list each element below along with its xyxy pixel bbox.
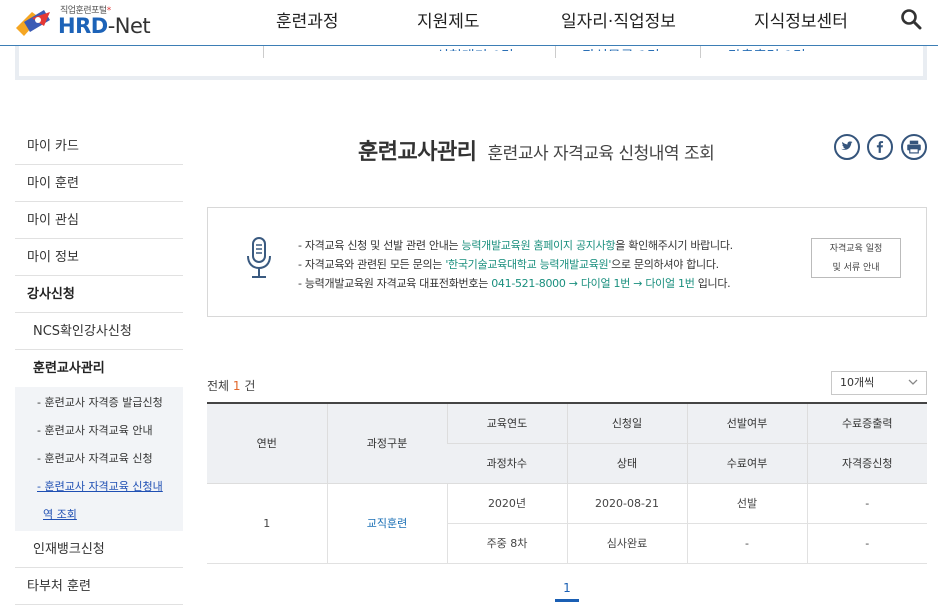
sidebar-item-my-card[interactable]: 마이 카드	[15, 128, 183, 165]
notice-box: - 자격교육 신청 및 선발 관련 안내는 능력개발교육원 홈페이지 공지사항을…	[207, 207, 927, 317]
notice-link-notice[interactable]: 능력개발교육원 홈페이지 공지사항	[462, 239, 616, 252]
band-divider	[555, 46, 556, 58]
sidebar-item-talent-bank[interactable]: 인재뱅크신청	[15, 531, 183, 568]
band-divider	[263, 46, 264, 58]
cell-edu-year: 2020년	[446, 483, 567, 524]
col-header-selected: 선발여부	[686, 402, 807, 444]
gnb-support-system[interactable]: 지원제도	[417, 7, 480, 32]
page-title-main: 훈련교사관리	[358, 140, 477, 165]
sidebar-link-cert-issue[interactable]: - 훈련교사 자격증 발급신청	[15, 389, 183, 417]
cell-cert-apply: -	[806, 523, 927, 564]
page-title: 훈련교사관리 훈련교사 자격교육 신청내역 조회	[358, 134, 715, 166]
search-icon[interactable]	[900, 8, 922, 30]
band-divider	[700, 46, 701, 58]
sidebar-submenu: - 훈련교사 자격증 발급신청 - 훈련교사 자격교육 안내 - 훈련교사 자격…	[15, 387, 183, 531]
page-title-sub: 훈련교사 자격교육 신청내역 조회	[487, 144, 715, 164]
sidebar-menu: 마이 카드 마이 훈련 마이 관심 마이 정보 강사신청 NCS확인강사신청 훈…	[15, 128, 183, 605]
notice-line-3: - 능력개발교육원 자격교육 대표전화번호는 041-521-8000 → 다이…	[298, 277, 731, 290]
sidebar-item-ncs-instructor[interactable]: NCS확인강사신청	[15, 313, 183, 350]
cell-apply-date: 2020-08-21	[566, 483, 687, 524]
hrd-net-logo[interactable]: 직업훈련포털* HRD-Net	[14, 2, 154, 42]
cell-completed: -	[686, 523, 807, 564]
sidebar-item-my-interest[interactable]: 마이 관심	[15, 202, 183, 239]
cell-selected: 선발	[686, 483, 807, 524]
edu-schedule-guide-button[interactable]: 자격교육 일정 및 서류 안내	[811, 238, 901, 278]
col-header-cert-print: 수료증출력	[806, 402, 927, 444]
gnb-job-info[interactable]: 일자리·직업정보	[561, 7, 676, 32]
col-header-course-type: 과정구분	[326, 402, 447, 484]
page-size-select[interactable]: 10개씩	[831, 371, 927, 395]
col-header-completed: 수료여부	[686, 443, 807, 484]
cell-round: 주중 8차	[446, 523, 567, 564]
site-header: 직업훈련포털* HRD-Net 훈련과정 지원제도 일자리·직업정보 지식정보센…	[0, 0, 938, 46]
cell-status: 심사완료	[566, 523, 687, 564]
sidebar-item-other-ministry[interactable]: 타부처 훈련	[15, 568, 183, 605]
sidebar-link-edu-history[interactable]: - 훈련교사 자격교육 신청내	[15, 473, 183, 501]
gnb-knowledge-center[interactable]: 지식정보센터	[754, 7, 848, 32]
col-header-round: 과정차수	[447, 443, 567, 484]
cell-cert-print: -	[806, 483, 927, 524]
sidebar-link-edu-apply[interactable]: - 훈련교사 자격교육 신청	[15, 445, 183, 473]
band-summary-custom: 맞춤훈련 1건	[728, 46, 806, 51]
band-summary-interest: 관심목록 1건	[582, 46, 660, 51]
pagination-page-1[interactable]: 1	[555, 578, 579, 602]
notice-text: - 자격교육 신청 및 선발 관련 안내는 능력개발교육원 홈페이지 공지사항을…	[298, 236, 733, 293]
notice-line-1: - 자격교육 신청 및 선발 관련 안내는 능력개발교육원 홈페이지 공지사항을…	[298, 239, 733, 252]
print-icon[interactable]	[901, 134, 927, 160]
table-row: 1 교직훈련 2020년 2020-08-21 선발 -	[207, 483, 927, 564]
history-table: 연번 과정구분 교육연도 신청일 선발여부 수료증출력 과정차수 상태 수료여부…	[207, 402, 927, 564]
col-header-status: 상태	[566, 443, 687, 484]
microphone-icon	[247, 237, 271, 278]
cell-no: 1	[207, 483, 327, 564]
sidebar-item-instructor-apply[interactable]: 강사신청	[15, 276, 183, 313]
col-header-cert-apply: 자격증신청	[806, 443, 927, 484]
col-header-edu-year: 교육연도	[446, 402, 567, 444]
chevron-down-icon	[908, 379, 918, 385]
sidebar-item-my-info[interactable]: 마이 정보	[15, 239, 183, 276]
logo-mark-icon	[16, 10, 50, 36]
col-header-apply-date: 신청일	[566, 402, 687, 444]
twitter-icon[interactable]	[834, 134, 860, 160]
gnb-training-courses[interactable]: 훈련과정	[276, 7, 339, 32]
facebook-icon[interactable]	[867, 134, 893, 160]
col-header-no: 연번	[207, 402, 327, 484]
sidebar-item-trainer-management[interactable]: 훈련교사관리	[15, 350, 183, 387]
logo-title: HRD-Net	[58, 14, 151, 38]
notice-line-2: - 자격교육와 관련된 모든 문의는 '한국기술교육대학교 능력개발교육원'으로…	[298, 258, 719, 271]
summary-band: 신청대기 0건 관심목록 1건 맞춤훈련 1건	[15, 46, 927, 80]
total-count: 전체 1 건	[207, 379, 256, 393]
sidebar-item-my-training[interactable]: 마이 훈련	[15, 165, 183, 202]
cell-course-type-link[interactable]: 교직훈련	[326, 483, 447, 564]
sidebar-link-edu-history-cont[interactable]: 역 조회	[15, 501, 183, 529]
sidebar-link-edu-guide[interactable]: - 훈련교사 자격교육 안내	[15, 417, 183, 445]
band-summary-waiting: 신청대기 0건	[436, 46, 514, 51]
